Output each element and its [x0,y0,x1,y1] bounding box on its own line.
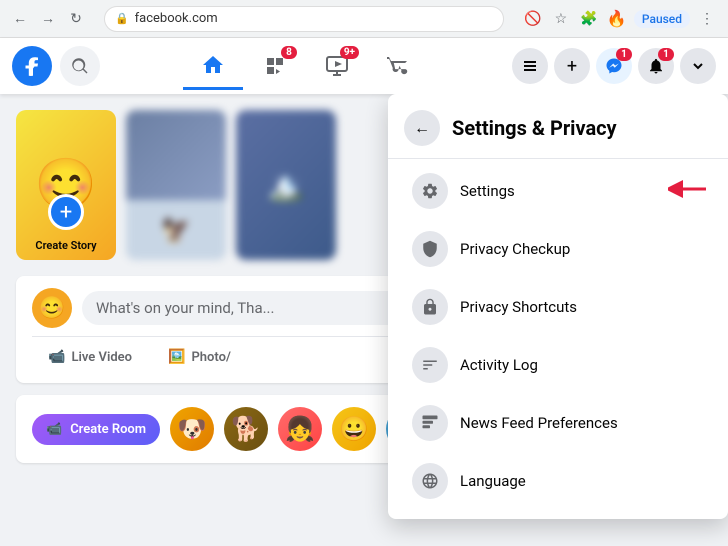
story-img-3: 🏔️ [236,110,336,260]
search-button[interactable] [60,46,100,86]
privacy-shortcuts-icon [412,289,448,325]
settings-privacy-dropdown: ← Settings & Privacy Settings [388,94,728,519]
no-camera-icon: 🚫 [522,8,544,30]
create-story-label: Create Story [16,239,116,252]
language-icon [412,463,448,499]
star-icon[interactable]: ☆ [550,8,572,30]
photo-button[interactable]: 🖼️ Photo/ [152,343,247,371]
activity-log-label: Activity Log [460,356,538,374]
pages-badge: 8 [281,46,297,59]
profile-avatar[interactable]: 🔥 [606,8,628,30]
browser-menu-icon[interactable]: ⋮ [696,8,718,30]
extensions-icon[interactable]: 🧩 [578,8,600,30]
activity-log-icon [412,347,448,383]
messenger-button[interactable]: 1 [596,48,632,84]
lock-icon: 🔒 [115,12,129,25]
browser-actions: 🚫 ☆ 🧩 🔥 Paused ⋮ [522,8,718,30]
add-button[interactable]: + [554,48,590,84]
notifications-button[interactable]: 1 [638,48,674,84]
privacy-checkup-icon [412,231,448,267]
paused-badge: Paused [634,10,690,28]
menu-button[interactable] [512,48,548,84]
browser-chrome: ← → ↻ 🔒 facebook.com 🚫 ☆ 🧩 🔥 Paused ⋮ [0,0,728,38]
privacy-shortcuts-label: Privacy Shortcuts [460,298,577,316]
back-button[interactable]: ← [10,9,30,29]
main-nav: 8 9+ [108,42,504,90]
settings-label: Settings [460,182,515,200]
settings-item[interactable]: Settings [396,163,720,219]
nav-home[interactable] [183,42,243,90]
address-bar[interactable]: 🔒 facebook.com [104,6,504,32]
live-video-button[interactable]: 📹 Live Video [32,343,148,371]
friend-avatar-1[interactable]: 🐶 [170,407,214,451]
nav-watch[interactable]: 9+ [307,42,367,90]
main-content: 😊 + Create Story 🦅 🏔️ 😊 What's on your [0,94,728,546]
dropdown-divider [388,158,728,159]
dropdown-title: Settings & Privacy [452,116,617,140]
header-actions: + 1 1 [512,48,716,84]
story-card-2[interactable]: 🦅 [126,110,226,260]
facebook-logo[interactable] [12,46,52,86]
language-label: Language [460,472,526,490]
create-story-plus[interactable]: + [48,194,84,230]
facebook-header: 8 9+ + 1 [0,38,728,94]
news-feed-label: News Feed Preferences [460,414,618,432]
story-card-3[interactable]: 🏔️ [236,110,336,260]
story-emoji: 😊 [16,110,116,260]
news-feed-item[interactable]: News Feed Preferences [396,395,720,451]
privacy-checkup-item[interactable]: Privacy Checkup [396,221,720,277]
privacy-checkup-label: Privacy Checkup [460,240,570,258]
create-room-button[interactable]: 📹 Create Room [32,414,160,445]
url-text: facebook.com [135,11,218,26]
settings-red-arrow [668,178,708,204]
refresh-button[interactable]: ↻ [66,9,86,29]
nav-marketplace[interactable] [369,42,429,90]
friend-avatar-3[interactable]: 👧 [278,407,322,451]
watch-badge: 9+ [340,46,359,59]
dropdown-header: ← Settings & Privacy [388,94,728,154]
bell-badge: 1 [658,48,674,61]
nav-pages[interactable]: 8 [245,42,305,90]
settings-icon [412,173,448,209]
create-room-icon: 📹 [46,422,62,437]
friend-avatar-2[interactable]: 🐕 [224,407,268,451]
messenger-badge: 1 [616,48,632,61]
forward-button[interactable]: → [38,9,58,29]
live-icon: 📹 [48,349,65,365]
language-item[interactable]: Language [396,453,720,509]
friend-avatar-4[interactable]: 😀 [332,407,376,451]
photo-label: Photo/ [191,350,230,365]
news-feed-icon [412,405,448,441]
create-room-label: Create Room [70,422,146,437]
privacy-shortcuts-item[interactable]: Privacy Shortcuts [396,279,720,335]
create-story-card[interactable]: 😊 + Create Story [16,110,116,260]
activity-log-item[interactable]: Activity Log [396,337,720,393]
photo-icon: 🖼️ [168,349,185,365]
back-button[interactable]: ← [404,110,440,146]
live-label: Live Video [71,350,132,365]
story-img-2: 🦅 [126,110,226,260]
user-avatar: 😊 [32,288,72,328]
account-button[interactable] [680,48,716,84]
